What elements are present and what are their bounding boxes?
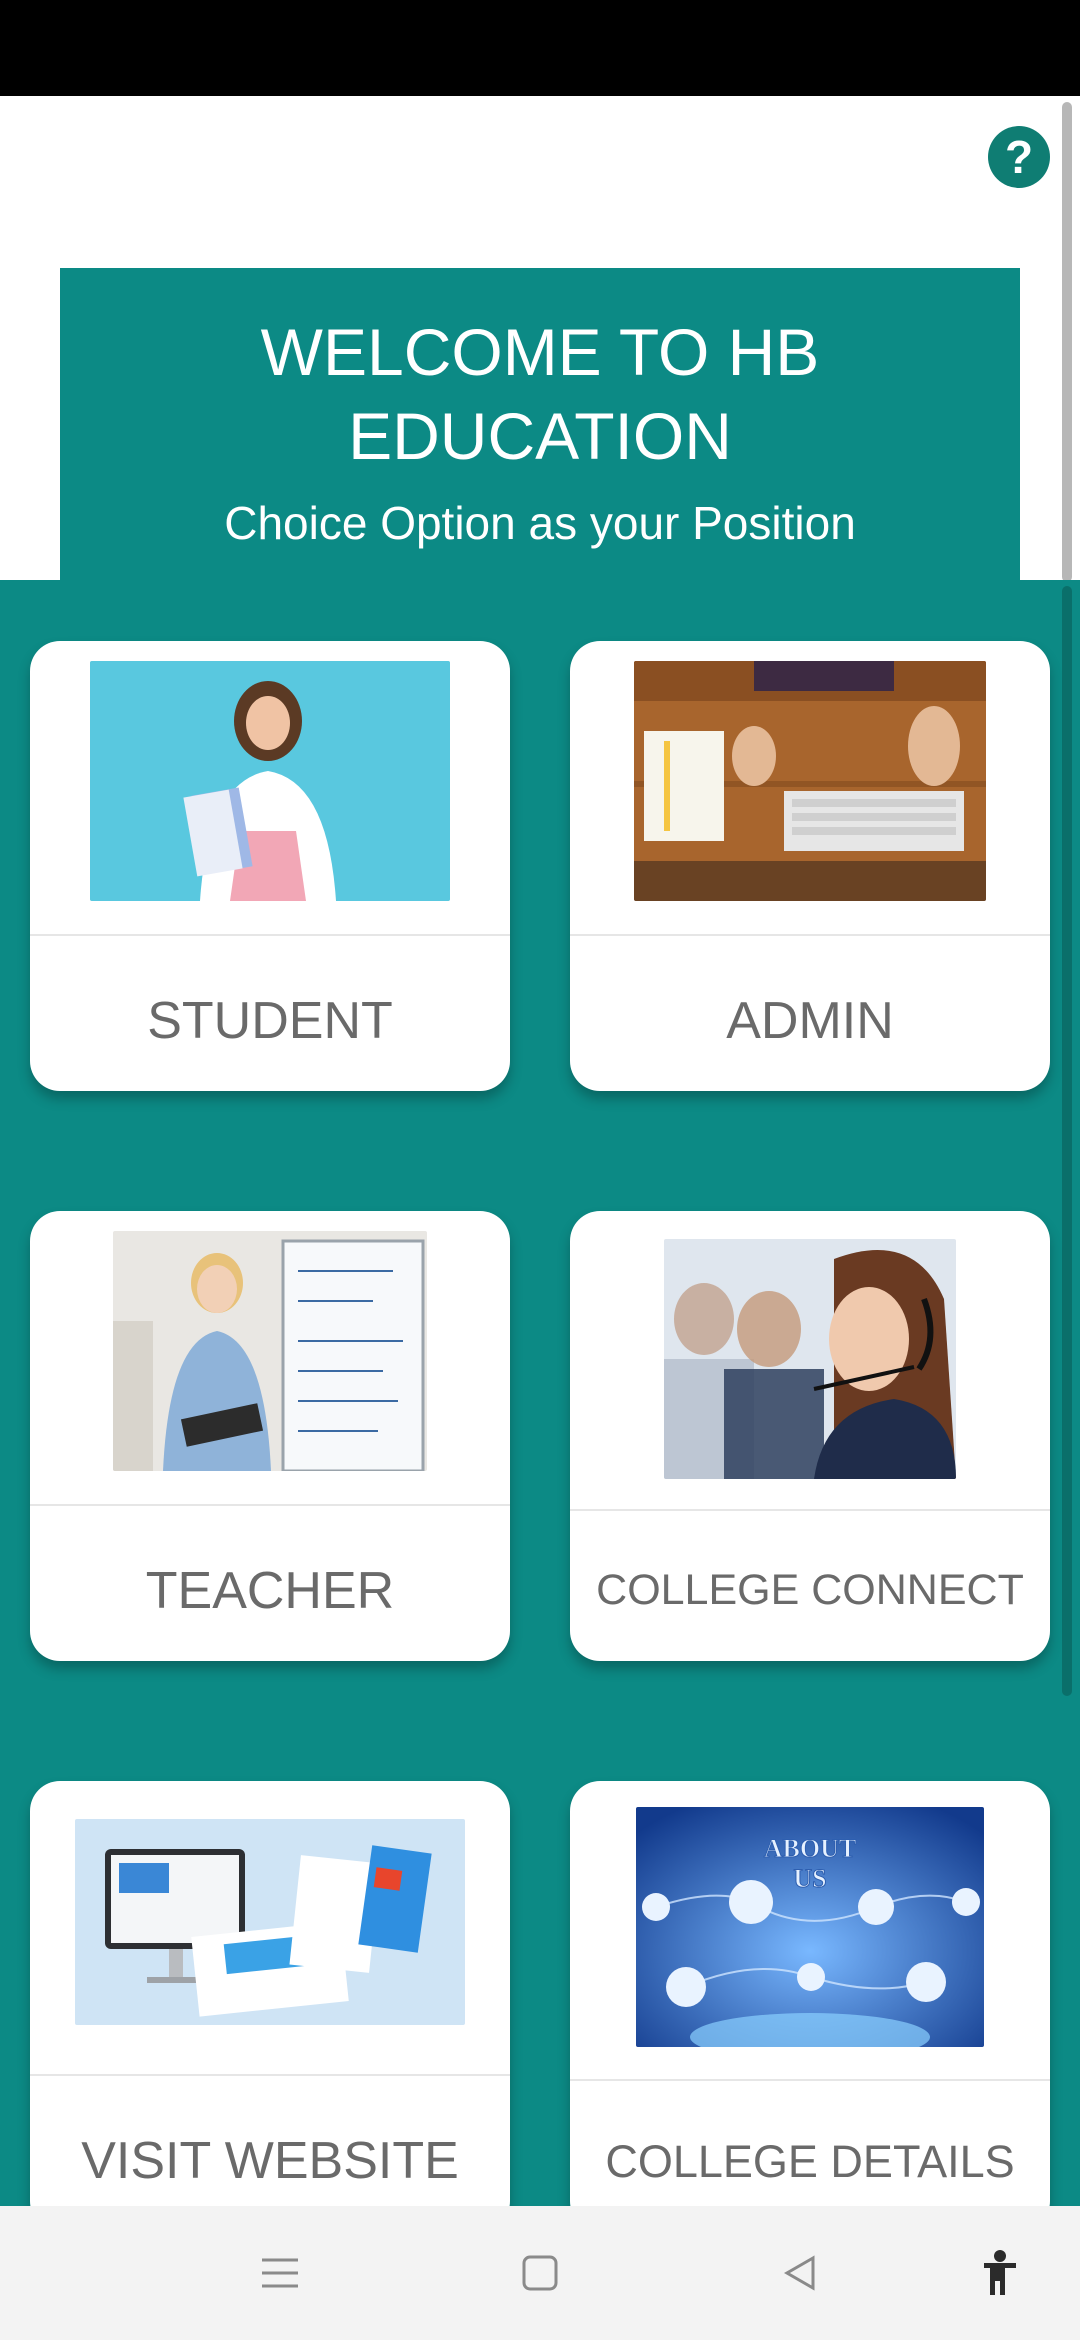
welcome-header: WELCOME TO HB EDUCATION Choice Option as… xyxy=(60,268,1020,584)
page-title: WELCOME TO HB EDUCATION xyxy=(260,315,820,473)
status-bar xyxy=(0,0,1080,96)
back-triangle-icon[interactable] xyxy=(760,2206,840,2340)
card-divider xyxy=(30,2074,510,2076)
about-us-photo: ABOUT US xyxy=(636,1807,984,2047)
accessibility-icon[interactable] xyxy=(960,2206,1040,2340)
card-divider xyxy=(570,1509,1050,1511)
home-square-icon[interactable] xyxy=(500,2206,580,2340)
visit-website-card[interactable]: VISIT WEBSITE xyxy=(30,1781,510,2206)
app-screen: ? WELCOME TO HB EDUCATION Choice Option … xyxy=(0,96,1080,2206)
about-us-text: US xyxy=(793,1864,826,1893)
student-photo xyxy=(90,661,450,901)
scrollbar-track[interactable] xyxy=(1062,586,1072,1696)
scrollbar-thumb[interactable] xyxy=(1062,102,1072,582)
college-connect-card[interactable]: COLLEGE CONNECT xyxy=(570,1211,1050,1661)
page-subtitle: Choice Option as your Position xyxy=(224,497,856,549)
card-divider xyxy=(570,2079,1050,2081)
teacher-photo xyxy=(113,1231,427,1471)
system-nav-bar xyxy=(0,2206,1080,2340)
card-divider xyxy=(30,1504,510,1506)
admin-desk-photo xyxy=(634,661,986,901)
admin-card[interactable]: ADMIN xyxy=(570,641,1050,1091)
teacher-card[interactable]: TEACHER xyxy=(30,1211,510,1661)
student-card[interactable]: STUDENT xyxy=(30,641,510,1091)
admin-label: ADMIN xyxy=(726,992,894,1050)
card-divider xyxy=(570,934,1050,936)
website-devices-photo xyxy=(75,1819,465,2025)
visit-website-label: VISIT WEBSITE xyxy=(81,2132,459,2190)
college-connect-label: COLLEGE CONNECT xyxy=(596,1566,1024,1614)
student-label: STUDENT xyxy=(147,992,393,1050)
college-details-label: COLLEGE DETAILS xyxy=(605,2136,1015,2187)
help-icon[interactable]: ? xyxy=(988,126,1050,188)
card-divider xyxy=(30,934,510,936)
about-us-text: ABOUT xyxy=(764,1834,856,1863)
teacher-label: TEACHER xyxy=(145,1562,395,1620)
menu-icon[interactable] xyxy=(240,2206,320,2340)
call-center-photo xyxy=(664,1239,956,1479)
college-details-card[interactable]: ABOUT US COLLEGE DETAILS xyxy=(570,1781,1050,2206)
